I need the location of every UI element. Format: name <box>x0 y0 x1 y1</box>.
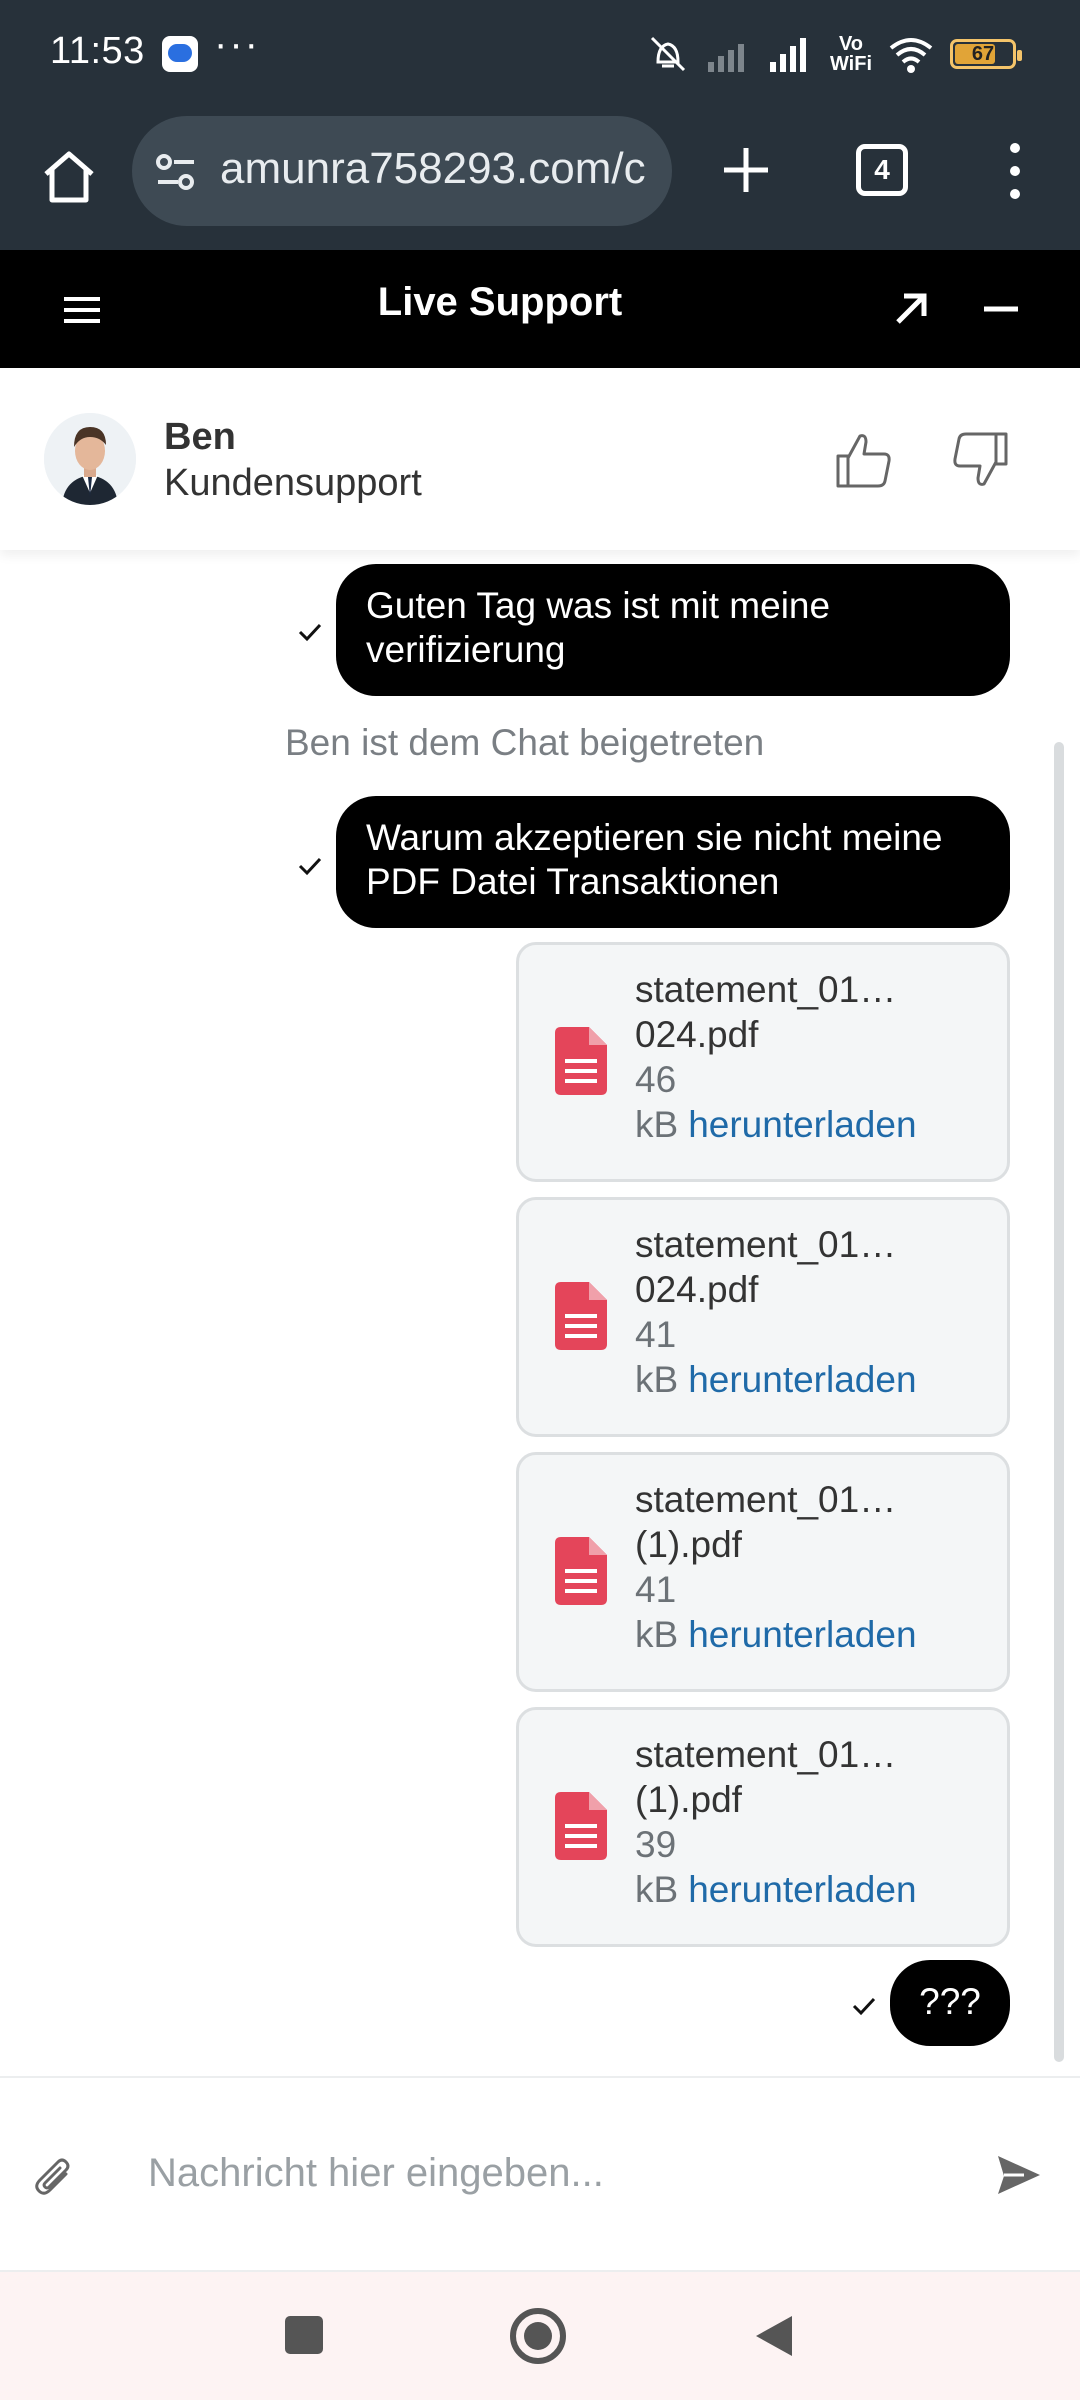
minimize-icon[interactable] <box>978 286 1024 332</box>
pdf-file-icon <box>555 1282 607 1350</box>
file-attachment: statement_01… 024.pdf 46 kB herunterladen <box>516 942 1010 1182</box>
file-info: statement_01… 024.pdf 46 kB herunterladen <box>635 967 995 1147</box>
file-name: statement_01… <box>635 1734 897 1775</box>
more-options-icon[interactable] <box>1000 138 1030 204</box>
message-composer <box>0 2076 1080 2272</box>
sent-check-icon <box>298 857 322 876</box>
browser-toolbar: amunra758293.com/c 4 <box>0 110 1080 250</box>
message-input[interactable] <box>148 2138 948 2208</box>
status-icons: Vo WiFi 67 <box>646 28 1022 80</box>
file-attachment: statement_01… (1).pdf 41 kB herunterladen <box>516 1452 1010 1692</box>
silent-alarm-icon <box>650 36 686 72</box>
chat-transcript[interactable]: Guten Tag was ist mit meine verifizierun… <box>0 550 1080 2076</box>
status-time: 11:53 <box>50 30 145 72</box>
file-attachment: statement_01… 024.pdf 41 kB herunterladen <box>516 1197 1010 1437</box>
agent-role: Kundensupport <box>164 462 422 504</box>
user-message: ??? <box>890 1960 1010 2046</box>
file-name-ext: (1).pdf <box>635 1779 742 1820</box>
file-info: statement_01… (1).pdf 41 kB herunterladen <box>635 1477 995 1657</box>
attach-file-icon[interactable] <box>32 2154 76 2202</box>
file-size: 41 <box>635 1569 677 1610</box>
signal-weak-icon <box>707 44 744 72</box>
wifi-icon <box>889 38 933 73</box>
tab-switcher-button[interactable]: 4 <box>856 144 908 196</box>
file-size-unit: kB <box>635 1614 679 1655</box>
sent-check-icon <box>852 1997 876 2016</box>
thumbs-down-icon[interactable] <box>950 430 1010 490</box>
chat-title: Live Support <box>377 280 623 324</box>
file-size: 46 <box>635 1059 677 1100</box>
file-size-unit: kB <box>635 1869 679 1910</box>
agent-avatar <box>44 413 136 505</box>
user-message: Guten Tag was ist mit meine verifizierun… <box>336 564 1010 696</box>
file-size-unit: kB <box>635 1359 679 1400</box>
file-attachment: statement_01… (1).pdf 39 kB herunterladen <box>516 1707 1010 1947</box>
file-name: statement_01… <box>635 969 897 1010</box>
file-name: statement_01… <box>635 1224 897 1265</box>
battery-icon: 67 <box>950 39 1022 69</box>
download-link[interactable]: herunterladen <box>688 1869 916 1910</box>
address-bar[interactable]: amunra758293.com/c <box>132 116 672 226</box>
back-button[interactable] <box>752 2312 796 2360</box>
agent-info-bar: Ben Kundensupport <box>0 368 1080 550</box>
messages-notification-icon <box>162 36 198 72</box>
download-link[interactable]: herunterladen <box>688 1359 916 1400</box>
system-message: Ben ist dem Chat beigetreten <box>285 722 765 763</box>
chat-scrollbar[interactable] <box>1054 742 1064 2062</box>
send-icon[interactable] <box>994 2150 1044 2200</box>
url-text[interactable]: amunra758293.com/c <box>220 144 646 194</box>
recent-apps-button[interactable] <box>285 2316 323 2354</box>
download-link[interactable]: herunterladen <box>688 1614 916 1655</box>
expand-icon[interactable] <box>888 286 934 332</box>
more-notifications-icon: ··· <box>214 22 260 66</box>
chat-header: Live Support <box>0 250 1080 368</box>
home-button[interactable] <box>510 2308 566 2364</box>
file-name: statement_01… <box>635 1479 897 1520</box>
new-tab-icon[interactable] <box>716 140 776 200</box>
file-size: 41 <box>635 1314 677 1355</box>
pdf-file-icon <box>555 1027 607 1095</box>
file-info: statement_01… (1).pdf 39 kB herunterladen <box>635 1732 995 1912</box>
file-size-unit: kB <box>635 1104 679 1145</box>
file-size: 39 <box>635 1824 677 1865</box>
agent-name: Ben <box>164 416 236 458</box>
file-info: statement_01… 024.pdf 41 kB herunterladen <box>635 1222 995 1402</box>
file-name-ext: (1).pdf <box>635 1524 742 1565</box>
download-link[interactable]: herunterladen <box>688 1104 916 1145</box>
status-bar: 11:53 ··· Vo WiFi 67 <box>0 0 1080 110</box>
pdf-file-icon <box>555 1792 607 1860</box>
site-settings-icon[interactable] <box>154 150 198 194</box>
file-name-ext: 024.pdf <box>635 1269 759 1310</box>
sent-check-icon <box>298 623 322 642</box>
vowifi-icon: Vo WiFi <box>829 33 872 75</box>
thumbs-up-icon[interactable] <box>834 430 894 490</box>
signal-strong-icon <box>769 38 806 72</box>
home-icon[interactable] <box>36 144 102 210</box>
system-navigation-bar <box>0 2272 1080 2400</box>
pdf-file-icon <box>555 1537 607 1605</box>
file-name-ext: 024.pdf <box>635 1014 759 1055</box>
user-message: Warum akzeptieren sie nicht meine PDF Da… <box>336 796 1010 928</box>
